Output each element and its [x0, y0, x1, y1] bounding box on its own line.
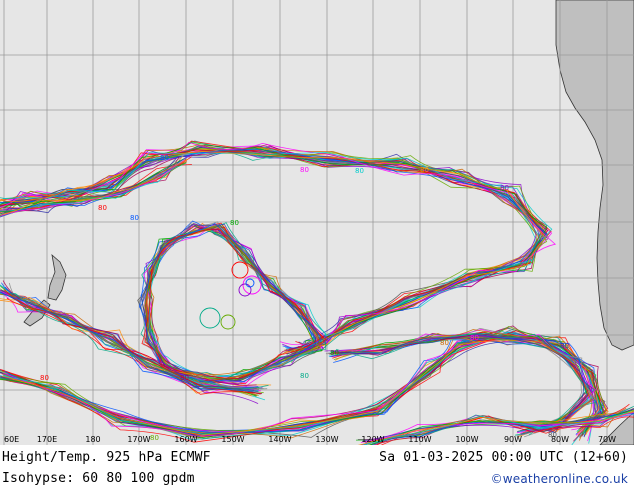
contour-label: 80: [40, 374, 49, 382]
contour-label: 80: [130, 214, 139, 222]
longitude-label: 180: [85, 435, 100, 444]
contour-label: 80: [300, 166, 309, 174]
contour-label: 80: [160, 154, 169, 162]
longitude-label: 90W: [504, 435, 522, 444]
contour-label: 80: [440, 339, 449, 347]
longitude-label: 70W: [598, 435, 616, 444]
longitude-label: 100W: [455, 435, 478, 444]
chart-title: Height/Temp. 925 hPa ECMWF: [2, 450, 211, 465]
longitude-label: 160W: [174, 435, 197, 444]
contour-label: 80: [330, 349, 339, 357]
contour-label: 80: [540, 234, 549, 242]
longitude-label: 150W: [221, 435, 244, 444]
longitude-label: 120W: [361, 435, 384, 444]
contour-label: 80: [230, 219, 239, 227]
chart-frame: 80 80 80 80 80 80 80 80 80 80 80 80 80 80 80 80 80 80 60E…: [0, 0, 634, 490]
contour-label: 80: [355, 167, 364, 175]
longitude-label: 140W: [268, 435, 291, 444]
longitude-label: 110W: [408, 435, 431, 444]
longitude-label: 130W: [315, 435, 338, 444]
longitude-label: 60E: [4, 435, 19, 444]
longitude-label: 80W: [551, 435, 569, 444]
contour-label: 80: [470, 334, 479, 342]
contour-label: 80: [560, 342, 569, 350]
contour-label: 80: [500, 184, 509, 192]
valid-datetime: Sa 01-03-2025 00:00 UTC (12+60): [379, 450, 628, 465]
contour-label: 80: [98, 204, 107, 212]
map-panel: 80 80 80 80 80 80 80 80 80 80 80 80 80 80 80 80 80 80 60E…: [0, 0, 634, 445]
site-credit[interactable]: ©weatheronline.co.uk: [491, 472, 628, 486]
longitude-label: 170E: [37, 435, 57, 444]
contour-label: 80: [150, 434, 159, 442]
map-canvas: 80808080 80 80808080 8080 8080 8080808080 60E…: [0, 0, 634, 445]
contour-label: 80: [300, 372, 309, 380]
longitude-label: 170W: [127, 435, 150, 444]
isohypse-legend: Isohypse: 60 80 100 gpdm: [2, 471, 195, 486]
contour-label: 80: [420, 166, 429, 174]
contour-label: 80: [180, 374, 189, 382]
footer: Height/Temp. 925 hPa ECMWF Sa 01-03-2025…: [0, 445, 634, 490]
